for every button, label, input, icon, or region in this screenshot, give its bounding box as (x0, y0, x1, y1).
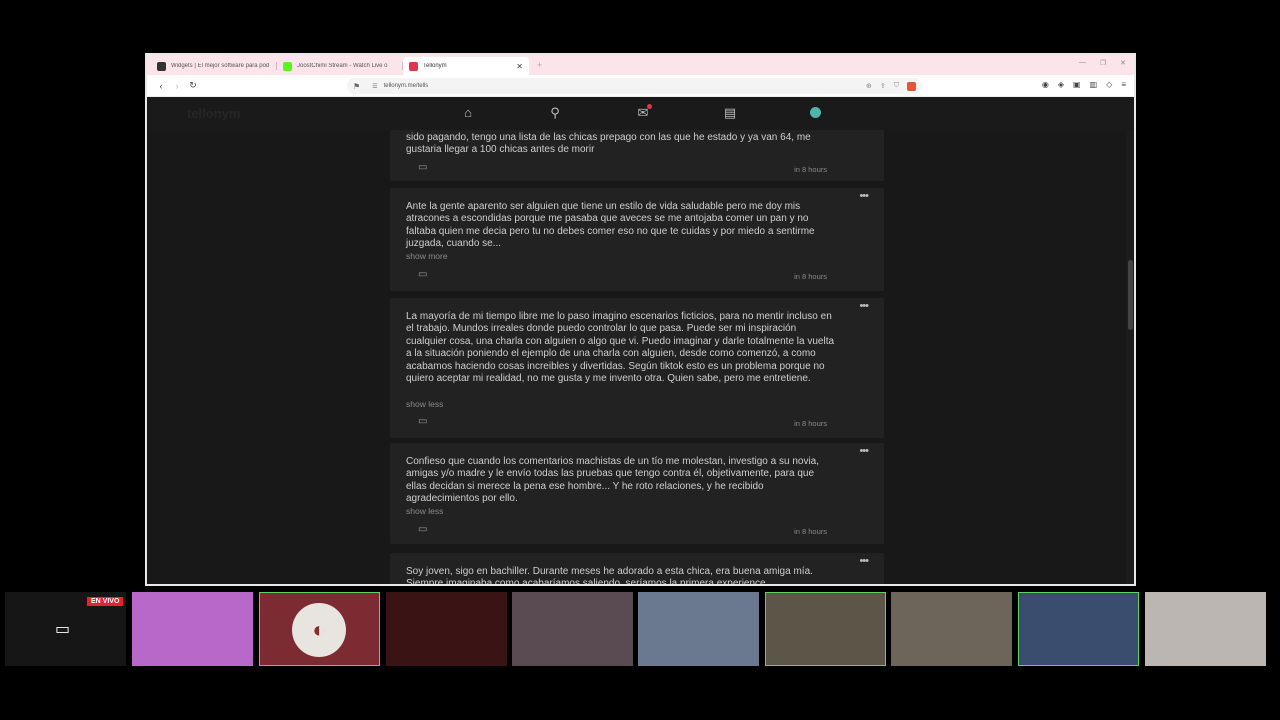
tell-card: ••• Soy joven, sigo en bachiller. Durant… (390, 553, 884, 584)
tab-tellonym[interactable]: Tellonym ✕ (403, 57, 529, 75)
maximize-icon[interactable]: ❐ (1100, 59, 1106, 67)
tab-title: Tellonym (423, 63, 447, 69)
site-logo[interactable]: tellonym (187, 106, 240, 121)
forward-icon[interactable]: › (169, 81, 185, 91)
browser-toolbar: ‹ › ↻ ⚑ ☰ tellonym.me/tells ⊕ ⇪ ⛉ ◉ ◈ ▣ … (147, 75, 1134, 97)
more-options-icon[interactable]: ••• (859, 300, 869, 312)
stream-tile[interactable] (386, 592, 507, 666)
site-info-icon[interactable]: ☰ (372, 83, 377, 90)
browser-window: Widgets | El mejor software para pod Joo… (145, 53, 1136, 586)
bookmark-icon[interactable]: ⚑ (353, 82, 360, 91)
comment-icon[interactable]: ▭ (418, 416, 427, 427)
new-tab-button[interactable]: + (537, 60, 542, 70)
notification-dot (647, 104, 652, 109)
tell-text: Ante la gente aparento ser alguien que t… (406, 201, 815, 250)
scrollbar[interactable] (1126, 130, 1134, 584)
tell-text: Confieso que cuando los comentarios mach… (406, 456, 820, 505)
comment-icon[interactable]: ▭ (418, 524, 427, 535)
site-nav: tellonym ⌂ ⚲ ✉ ▤ (147, 97, 1134, 130)
extension-icon[interactable]: ▣ (1073, 80, 1081, 89)
zoom-icon[interactable]: ⊕ (866, 82, 872, 90)
widgets-favicon-icon (157, 61, 166, 71)
stream-tile[interactable]: ◐ (259, 592, 380, 666)
reload-icon[interactable]: ↻ (185, 80, 201, 91)
stream-tiles: EN VIVO ▭ ◐ (0, 592, 1280, 666)
stream-tile[interactable] (132, 592, 253, 666)
show-less-link[interactable]: show less (406, 399, 443, 409)
scrollbar-thumb[interactable] (1128, 260, 1133, 330)
more-options-icon[interactable]: ••• (859, 190, 869, 202)
shield-icon[interactable]: ⛉ (894, 82, 899, 90)
live-badge: EN VIVO (87, 597, 124, 606)
monitor-icon: ▭ (55, 621, 71, 638)
back-icon[interactable]: ‹ (153, 81, 169, 91)
brave-rewards-icon[interactable] (907, 81, 916, 91)
search-icon[interactable]: ⚲ (547, 105, 563, 121)
tell-text: La mayoría de mi tiempo libre me lo paso… (406, 311, 835, 385)
tell-card: ••• Ante la gente aparento ser alguien q… (390, 188, 884, 291)
home-icon[interactable]: ⌂ (460, 105, 476, 121)
menu-icon[interactable]: ≡ (1121, 80, 1126, 89)
stream-tile[interactable] (1145, 592, 1266, 666)
tell-card: sido pagando, tengo una lista de las chi… (390, 130, 884, 181)
stream-tile[interactable] (512, 592, 633, 666)
tell-card: ••• Confieso que cuando los comentarios … (390, 443, 884, 544)
stream-tile[interactable] (1018, 592, 1139, 666)
extension-icon[interactable]: ◈ (1058, 80, 1064, 89)
close-tab-icon[interactable]: ✕ (516, 62, 523, 71)
show-less-link[interactable]: show less (406, 506, 443, 516)
tab-title: JoostChimi Stream - Watch Live o (297, 63, 388, 69)
tell-time: in 8 hours (794, 419, 827, 428)
url-text: tellonym.me/tells (383, 83, 429, 89)
address-bar[interactable]: ⚑ ☰ tellonym.me/tells ⊕ ⇪ ⛉ (347, 78, 922, 94)
tellonym-page: tellonym ⌂ ⚲ ✉ ▤ sido pagando, tengo una… (147, 97, 1134, 584)
kick-favicon-icon (283, 61, 292, 71)
tell-time: in 8 hours (794, 165, 827, 174)
stream-tile[interactable] (765, 592, 886, 666)
sidebar-icon[interactable]: ▥ (1090, 80, 1098, 89)
tell-text: sido pagando, tengo una lista de las chi… (406, 132, 811, 156)
tab-title: Widgets | El mejor software para pod (171, 63, 270, 69)
tell-text: Soy joven, sigo en bachiller. Durante me… (406, 566, 813, 584)
tab-kick[interactable]: JoostChimi Stream - Watch Live o (277, 57, 403, 75)
chat-icon[interactable]: ▤ (722, 105, 738, 121)
tell-time: in 8 hours (794, 527, 827, 536)
wallet-icon[interactable]: ◇ (1106, 80, 1112, 89)
more-options-icon[interactable]: ••• (859, 555, 869, 567)
stream-tile[interactable] (638, 592, 759, 666)
window-controls: — ❐ ✕ (1079, 59, 1126, 67)
tell-card: ••• La mayoría de mi tiempo libre me lo … (390, 298, 884, 438)
show-more-link[interactable]: show more (406, 251, 448, 261)
stream-tile-screen-share[interactable]: EN VIVO ▭ (5, 592, 126, 666)
helmet-logo-icon: ◐ (292, 603, 346, 657)
share-icon[interactable]: ⇪ (880, 82, 886, 90)
extension-icons: ◉ ◈ ▣ ▥ ◇ ≡ (1042, 80, 1126, 89)
close-window-icon[interactable]: ✕ (1120, 59, 1126, 67)
comment-icon[interactable]: ▭ (418, 162, 427, 173)
tellonym-favicon-icon (409, 61, 418, 71)
avatar[interactable] (810, 107, 821, 118)
more-options-icon[interactable]: ••• (859, 445, 869, 457)
tell-time: in 8 hours (794, 272, 827, 281)
extension-icon[interactable]: ◉ (1042, 80, 1049, 89)
stream-tile[interactable] (891, 592, 1012, 666)
minimize-icon[interactable]: — (1079, 59, 1086, 67)
comment-icon[interactable]: ▭ (418, 269, 427, 280)
tells-feed: sido pagando, tengo una lista de las chi… (390, 130, 884, 584)
tab-bar: Widgets | El mejor software para pod Joo… (147, 55, 1134, 75)
tab-widgets[interactable]: Widgets | El mejor software para pod (151, 57, 277, 75)
